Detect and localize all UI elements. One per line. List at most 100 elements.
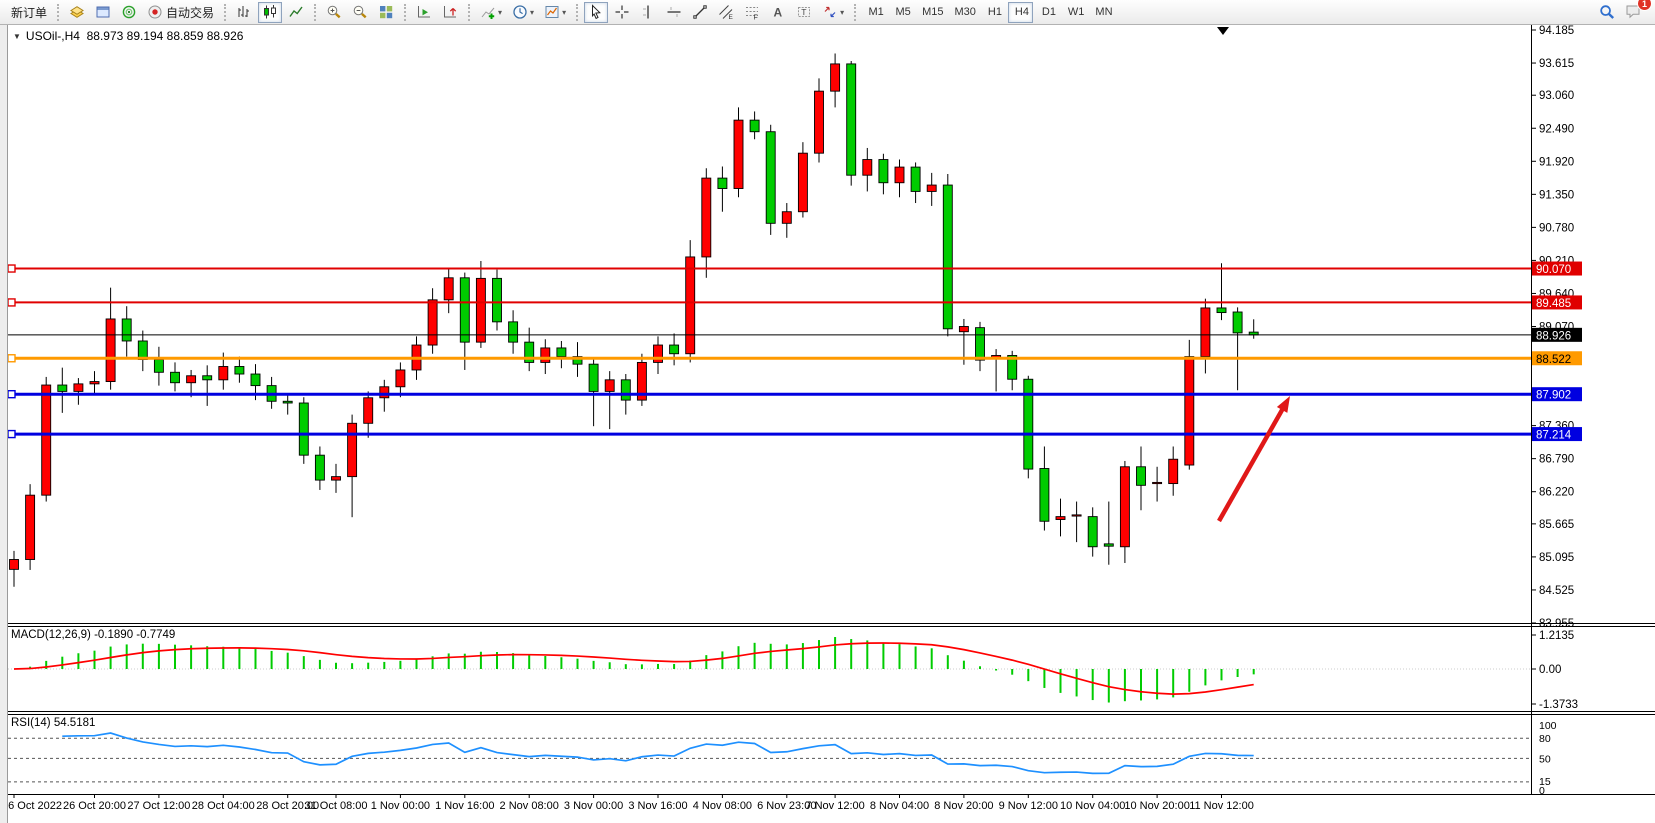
window-left-edge xyxy=(0,25,8,823)
line-handle[interactable] xyxy=(8,265,15,272)
time-axis-label: 31 Oct 08:00 xyxy=(305,800,368,812)
timeframe-m30[interactable]: M30 xyxy=(949,2,979,23)
candle-body xyxy=(654,345,663,362)
zoom-in-button[interactable] xyxy=(322,2,346,23)
macd-axis-label: -1.3733 xyxy=(1539,699,1578,711)
toolbar-separator xyxy=(854,4,856,21)
candle-body xyxy=(219,366,228,379)
candle-body xyxy=(815,91,824,153)
toolbar-separator xyxy=(468,4,470,21)
indicators-button[interactable]: ▾ xyxy=(476,2,506,23)
signals-button[interactable] xyxy=(117,2,141,23)
timeframe-mn[interactable]: MN xyxy=(1089,2,1115,23)
zoom-out-button[interactable] xyxy=(348,2,372,23)
svg-text:T: T xyxy=(801,7,806,17)
timeframe-h1[interactable]: H1 xyxy=(981,2,1006,23)
candle-body xyxy=(476,278,485,342)
candlestick-chart-button[interactable] xyxy=(258,2,282,23)
signals-icon xyxy=(121,4,137,20)
templates-icon xyxy=(544,4,560,20)
price-tick-label: 92.490 xyxy=(1539,123,1574,135)
timeframe-w1[interactable]: W1 xyxy=(1062,2,1088,23)
equidistant-channel-button[interactable]: E xyxy=(714,2,738,23)
candle-body xyxy=(1185,357,1194,465)
crosshair-button[interactable] xyxy=(610,2,634,23)
cursor-button[interactable] xyxy=(584,2,608,23)
new-order-button[interactable]: 新订单 xyxy=(4,2,51,23)
price-tag-label: 88.522 xyxy=(1536,354,1571,366)
text-label-button[interactable]: T xyxy=(792,2,816,23)
tile-windows-button[interactable] xyxy=(374,2,398,23)
fibonacci-button[interactable]: F xyxy=(740,2,764,23)
candle-body xyxy=(605,380,614,392)
search-button[interactable] xyxy=(1595,2,1619,23)
auto-trading-button[interactable]: 自动交易 xyxy=(143,2,218,23)
templates-button[interactable]: ▾ xyxy=(540,2,570,23)
candle-body xyxy=(203,376,212,380)
chart-canvas[interactable]: 94.18593.61593.06092.49091.92091.35090.7… xyxy=(0,0,1655,823)
timeframe-m15[interactable]: M15 xyxy=(916,2,946,23)
candle-body xyxy=(444,278,453,300)
line-chart-button[interactable] xyxy=(284,2,308,23)
chart-shift-button[interactable] xyxy=(438,2,462,23)
rsi-label: RSI(14) 54.5181 xyxy=(11,717,95,729)
macd-axis-label: 0.00 xyxy=(1539,664,1561,676)
time-axis-label: 3 Nov 16:00 xyxy=(628,800,687,812)
candle-body xyxy=(106,319,115,382)
timeframe-m5[interactable]: M5 xyxy=(889,2,914,23)
price-tick-label: 86.220 xyxy=(1539,487,1574,499)
auto-scroll-button[interactable] xyxy=(412,2,436,23)
rsi-axis-label: 100 xyxy=(1539,720,1557,732)
text-label-icon: T xyxy=(796,4,812,20)
time-axis-label: 4 Nov 08:00 xyxy=(693,800,752,812)
zoom-out-icon xyxy=(352,4,368,20)
svg-text:A: A xyxy=(774,6,783,20)
periods-button[interactable]: ▾ xyxy=(508,2,538,23)
timeframe-d1[interactable]: D1 xyxy=(1035,2,1060,23)
candle-body xyxy=(1104,544,1113,546)
timeframe-h4[interactable]: H4 xyxy=(1008,2,1033,23)
line-handle[interactable] xyxy=(8,355,15,362)
new-chart-button[interactable] xyxy=(65,2,89,23)
candle-body xyxy=(1056,517,1065,520)
candle-body xyxy=(976,328,985,360)
candle-body xyxy=(863,160,872,176)
vline-icon xyxy=(640,4,656,20)
svg-text:F: F xyxy=(754,15,758,21)
price-tag-label: 88.926 xyxy=(1536,330,1571,342)
toolbar-separator xyxy=(224,4,226,21)
candle-body xyxy=(460,278,469,342)
price-tag-label: 89.485 xyxy=(1536,298,1571,310)
line-handle[interactable] xyxy=(8,431,15,438)
bar-chart-button[interactable] xyxy=(232,2,256,23)
time-axis-label: 27 Oct 12:00 xyxy=(127,800,190,812)
candle-body xyxy=(1153,482,1162,483)
price-tag-label: 87.214 xyxy=(1536,430,1572,442)
candle-body xyxy=(1169,459,1178,483)
arrows-button[interactable]: ▾ xyxy=(818,2,848,23)
time-axis-label: 8 Nov 20:00 xyxy=(934,800,993,812)
timeframe-m1[interactable]: M1 xyxy=(862,2,887,23)
text-icon: A xyxy=(770,4,786,20)
profiles-button[interactable] xyxy=(91,2,115,23)
candle-body xyxy=(1137,467,1146,486)
price-tick-label: 85.665 xyxy=(1539,519,1574,531)
price-tick-label: 85.095 xyxy=(1539,552,1574,564)
line-handle[interactable] xyxy=(8,391,15,398)
candle-body xyxy=(380,387,389,398)
chart-collapse-icon[interactable]: ▼ xyxy=(13,32,21,41)
vertical-line-button[interactable] xyxy=(636,2,660,23)
trendline-button[interactable] xyxy=(688,2,712,23)
chart-symbol-label: USOil-,H4 xyxy=(26,29,80,43)
line-handle[interactable] xyxy=(8,299,15,306)
chart-title: ▼USOil-,H4 88.973 89.194 88.859 88.926 xyxy=(13,29,243,43)
candle-body xyxy=(74,384,83,392)
price-tick-label: 83.955 xyxy=(1539,618,1574,630)
price-tick-label: 91.350 xyxy=(1539,189,1574,201)
candle-body xyxy=(1088,517,1097,547)
notification-badge: 1 xyxy=(1637,0,1652,11)
candle-body xyxy=(766,132,775,224)
time-axis-label: 3 Nov 00:00 xyxy=(564,800,623,812)
horizontal-line-button[interactable] xyxy=(662,2,686,23)
text-button[interactable]: A xyxy=(766,2,790,23)
